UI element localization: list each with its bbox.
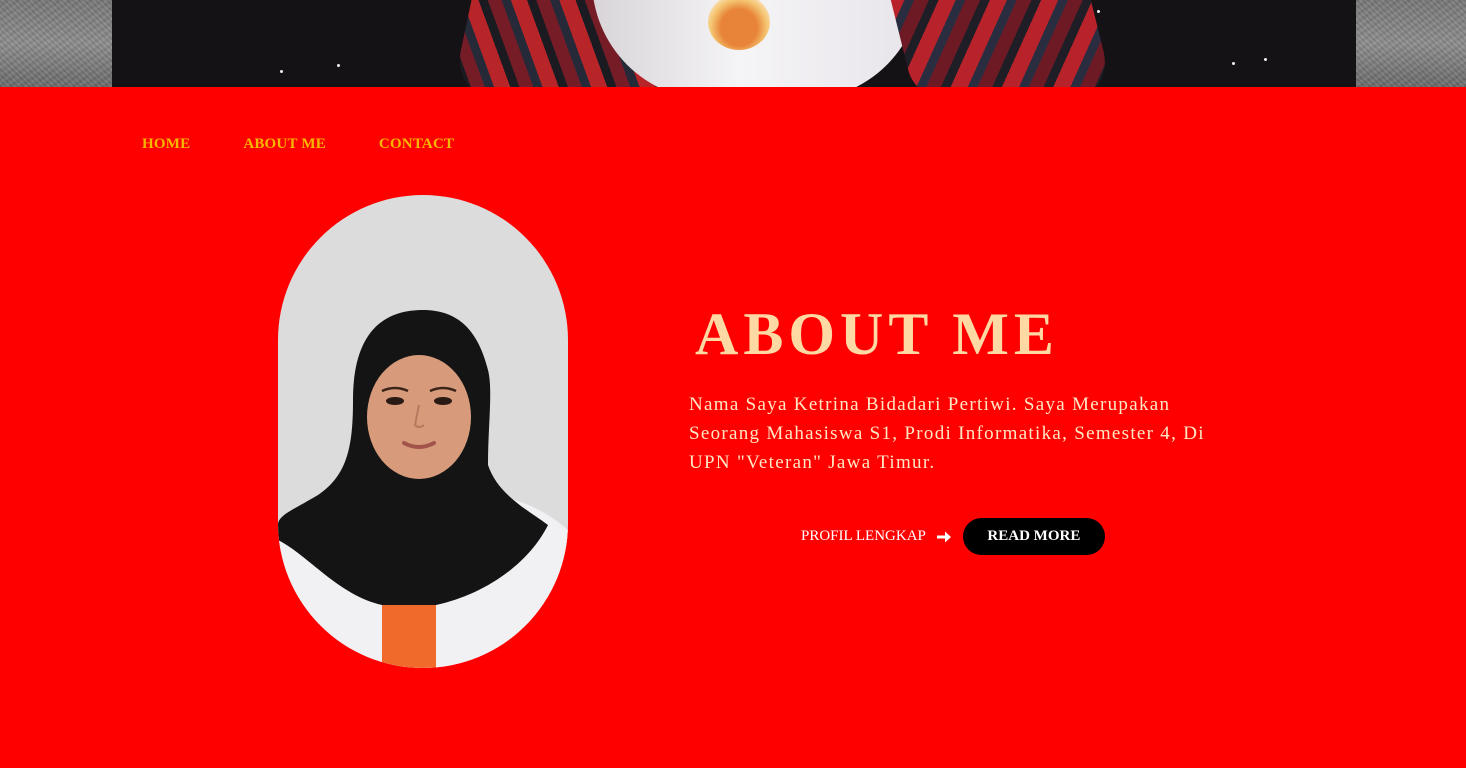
profile-portrait-illustration	[278, 310, 568, 668]
about-actions: PROFIL LENGKAP READ MORE	[801, 518, 1105, 555]
about-me-description: Nama Saya Ketrina Bidadari Pertiwi. Saya…	[689, 394, 1205, 473]
profil-lengkap-label: PROFIL LENGKAP	[801, 528, 926, 544]
hero-photo-fabric-right	[888, 0, 1116, 87]
nav-contact-link[interactable]: CONTACT	[379, 136, 454, 153]
read-more-button[interactable]: READ MORE	[962, 518, 1105, 555]
nav-home-link[interactable]: HOME	[142, 136, 190, 153]
profil-lengkap-link[interactable]: PROFIL LENGKAP	[801, 528, 952, 545]
nav-about-me-link[interactable]: ABOUT ME	[243, 136, 326, 153]
profile-portrait	[278, 195, 568, 668]
hero-photo	[112, 0, 1356, 87]
about-me-heading: ABOUT ME	[695, 301, 1059, 367]
arrow-right-icon	[936, 529, 952, 545]
main-nav: HOME ABOUT ME CONTACT	[142, 136, 507, 153]
hero-banner	[0, 0, 1466, 87]
